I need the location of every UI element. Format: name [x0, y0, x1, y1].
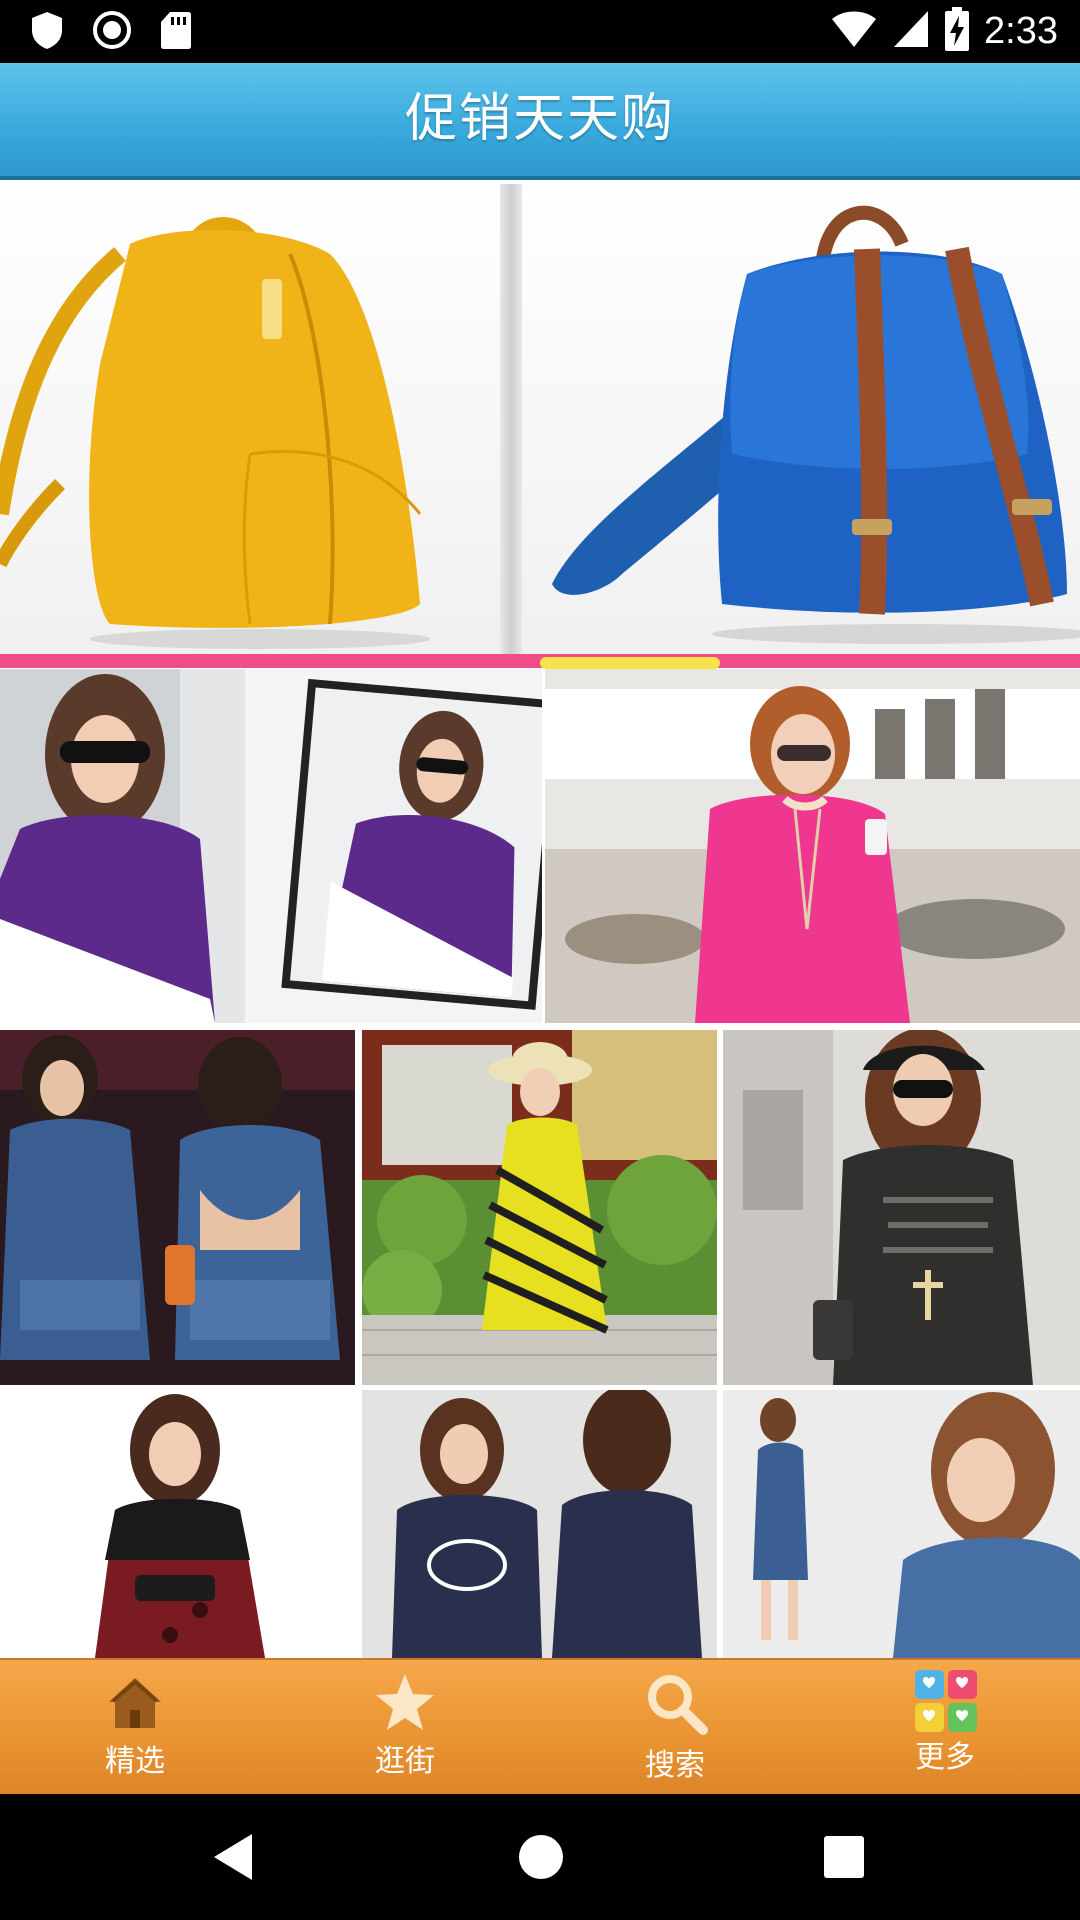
battery-charging-icon — [944, 7, 970, 55]
sd-card-icon — [160, 10, 192, 54]
page-title: 促销天天购 — [404, 89, 675, 149]
system-nav-bar — [0, 1794, 1080, 1920]
bottom-nav: 精选 逛街 搜索 更多 — [0, 1658, 1080, 1794]
product-tile-black-tshirt-cap[interactable] — [723, 1030, 1080, 1385]
recents-icon[interactable] — [824, 1836, 864, 1882]
status-clock: 2:33 — [984, 10, 1058, 52]
status-bar: 2:33 — [0, 0, 1080, 63]
search-icon — [645, 1672, 708, 1735]
product-tile-pink-tunic[interactable] — [545, 669, 1080, 1023]
circle-record-icon — [92, 10, 132, 54]
product-tile-yellow-striped-dress[interactable] — [362, 1030, 717, 1385]
product-tile-denim-dress[interactable] — [723, 1390, 1080, 1658]
product-tile-denim-jumpsuit[interactable] — [0, 1030, 355, 1385]
nav-item-sousuo[interactable]: 搜索 — [575, 1660, 775, 1796]
banner-divider — [500, 184, 522, 654]
screen: 2:33 促销天天购 精选 逛街 搜索 更多 — [0, 0, 1080, 1920]
home-icon — [105, 1672, 165, 1732]
product-tile-red-lace-dress[interactable] — [0, 1390, 355, 1658]
more-grid-icon — [915, 1670, 977, 1732]
back-icon[interactable] — [212, 1832, 256, 1886]
carousel-indicator — [540, 657, 720, 669]
nav-label-guangjie: 逛街 — [375, 1744, 435, 1779]
cell-signal-icon — [892, 9, 930, 53]
shield-icon — [30, 10, 64, 54]
nav-label-gengduo: 更多 — [915, 1740, 975, 1775]
wifi-icon — [830, 9, 878, 53]
nav-item-guangjie[interactable]: 逛街 — [305, 1660, 505, 1796]
banner-carousel[interactable] — [0, 184, 1080, 654]
banner-slide-blue-backpack[interactable] — [522, 184, 1080, 654]
nav-label-sousuo: 搜索 — [645, 1748, 705, 1783]
star-icon — [375, 1672, 435, 1732]
banner-slide-yellow-backpack[interactable] — [0, 184, 500, 654]
product-tile-purple-white-top[interactable] — [0, 669, 542, 1023]
home-circle-icon[interactable] — [518, 1834, 564, 1884]
product-tile-navy-graphic-tshirt[interactable] — [362, 1390, 717, 1658]
nav-item-gengduo[interactable]: 更多 — [845, 1660, 1045, 1796]
nav-label-jingxuan: 精选 — [105, 1744, 165, 1779]
app-bar: 促销天天购 — [0, 63, 1080, 180]
nav-item-jingxuan[interactable]: 精选 — [35, 1660, 235, 1796]
